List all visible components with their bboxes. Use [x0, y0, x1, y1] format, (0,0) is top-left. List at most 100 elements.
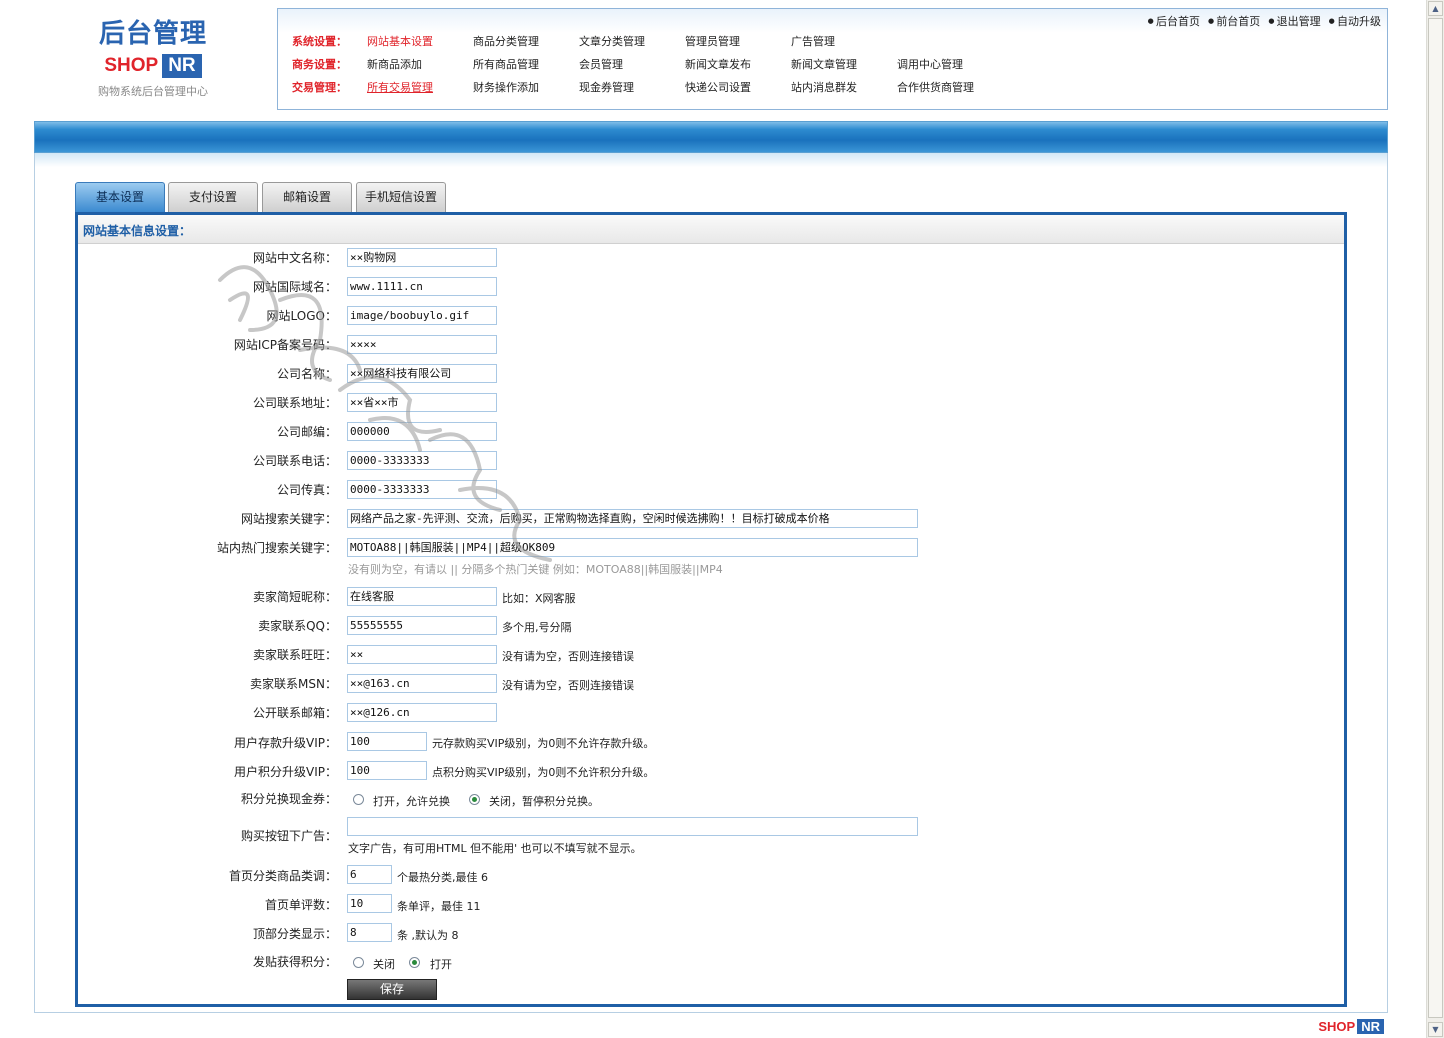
- logo-shop-text: SHOP: [104, 55, 159, 76]
- logo-brand: SHOP NR: [78, 53, 228, 78]
- settings-panel: 网站基本信息设置：: [75, 212, 1347, 1007]
- tab-sms-settings[interactable]: 手机短信设置: [356, 182, 446, 212]
- nav-row-system: 系统设置： 网站基本设置 商品分类管理 文章分类管理 管理员管理 广告管理: [292, 33, 1372, 51]
- seller-qq-input[interactable]: 55555555: [347, 616, 497, 635]
- company-phone-input[interactable]: 0000-3333333: [347, 451, 497, 470]
- points-coupon-off-radio[interactable]: [469, 794, 480, 805]
- logo-title: 后台管理: [98, 19, 207, 49]
- nav-site-basic-settings[interactable]: 网站基本设置: [367, 33, 433, 49]
- site-icp-input[interactable]: ××××: [347, 335, 497, 354]
- post-points-off-label: 关闭: [373, 958, 395, 971]
- home-cat-goods-input[interactable]: 6: [347, 865, 392, 884]
- nav-label-trade: 交易管理：: [292, 81, 347, 94]
- label-seller-msn: 卖家联系MSN：: [250, 677, 337, 691]
- company-name-input[interactable]: ××网络科技有限公司: [347, 364, 497, 383]
- top-navigation: 后台首页前台首页退出管理自动升级 系统设置： 网站基本设置 商品分类管理 文章分…: [277, 8, 1388, 110]
- nav-call-center[interactable]: 调用中心管理: [897, 56, 963, 72]
- nav-coupon-manage[interactable]: 现金券管理: [579, 79, 634, 95]
- footer-logo: SHOP NR: [1318, 1019, 1384, 1034]
- label-home-cat-goods: 首页分类商品类调：: [228, 869, 337, 883]
- label-company-fax: 公司传真：: [276, 483, 337, 497]
- public-email-input[interactable]: ××@126.cn: [347, 703, 497, 722]
- label-vip-points: 用户积分升级VIP：: [234, 765, 337, 779]
- admin-logo: 后台管理 SHOP NR 购物系统后台管理中心: [78, 18, 228, 99]
- nav-label-business: 商务设置：: [292, 58, 347, 71]
- post-points-off-radio[interactable]: [353, 957, 364, 968]
- hot-keywords-hint: 没有则为空，有请以 || 分隔多个热门关键 例如：MOTOA88||韩国服装||…: [348, 563, 723, 576]
- nav-finance-add[interactable]: 财务操作添加: [473, 79, 539, 95]
- seller-nick-input[interactable]: 在线客服: [347, 587, 497, 606]
- nav-article-category[interactable]: 文章分类管理: [579, 33, 645, 49]
- label-site-icp: 网站ICP备案号码：: [233, 338, 337, 352]
- label-home-reviews: 首页单评数：: [264, 898, 337, 912]
- label-site-cn-name: 网站中文名称：: [252, 251, 337, 265]
- tab-payment-settings[interactable]: 支付设置: [168, 182, 258, 212]
- link-auto-upgrade[interactable]: 自动升级: [1329, 15, 1381, 28]
- post-points-on-radio[interactable]: [409, 957, 420, 968]
- scroll-down-arrow-icon[interactable]: ▼: [1428, 1022, 1443, 1037]
- site-cn-name-input[interactable]: ××购物网: [347, 248, 497, 267]
- header-banner: [34, 121, 1388, 153]
- points-coupon-on-radio[interactable]: [353, 794, 364, 805]
- nav-goods-category[interactable]: 商品分类管理: [473, 33, 539, 49]
- company-zip-input[interactable]: 000000: [347, 422, 497, 441]
- points-coupon-off-label: 关闭，暂停积分兑换。: [489, 795, 599, 808]
- nav-add-goods[interactable]: 新商品添加: [367, 56, 422, 72]
- nav-admin-manage[interactable]: 管理员管理: [685, 33, 740, 49]
- nav-ad-manage[interactable]: 广告管理: [791, 33, 835, 49]
- nav-row-trade: 交易管理： 所有交易管理 财务操作添加 现金券管理 快递公司设置 站内消息群发 …: [292, 79, 1372, 97]
- tab-basic-settings[interactable]: 基本设置: [75, 182, 165, 212]
- hot-keywords-input[interactable]: MOTOA88||韩国服装||MP4||超级OK809: [347, 538, 918, 557]
- nav-label-system: 系统设置：: [292, 35, 347, 48]
- nav-all-trades[interactable]: 所有交易管理: [367, 79, 433, 95]
- top-cat-show-hint: 条 ,默认为 8: [397, 929, 459, 942]
- nav-supplier-manage[interactable]: 合作供货商管理: [897, 79, 974, 95]
- nav-row-business: 商务设置： 新商品添加 所有商品管理 会员管理 新闻文章发布 新闻文章管理 调用…: [292, 56, 1372, 74]
- footer-nr-text: NR: [1357, 1019, 1384, 1034]
- label-site-domain: 网站国际域名：: [252, 280, 337, 294]
- company-address-input[interactable]: ××省××市: [347, 393, 497, 412]
- top-cat-show-input[interactable]: 8: [347, 923, 392, 942]
- vip-deposit-input[interactable]: 100: [347, 732, 427, 751]
- panel-header: 网站基本信息设置：: [78, 215, 1344, 244]
- top-links: 后台首页前台首页退出管理自动升级: [1140, 13, 1381, 29]
- search-keywords-input[interactable]: 网络产品之家-先评测、交流，后购买，正常购物选择直购，空闲时候选拂购！！目标打破…: [347, 509, 918, 528]
- tab-email-settings[interactable]: 邮箱设置: [262, 182, 352, 212]
- home-cat-goods-hint: 个最热分类,最佳 6: [397, 871, 488, 884]
- seller-wangwang-input[interactable]: ××: [347, 645, 497, 664]
- seller-nick-hint: 比如：X网客服: [502, 592, 576, 605]
- nav-express-settings[interactable]: 快递公司设置: [685, 79, 751, 95]
- nav-all-goods[interactable]: 所有商品管理: [473, 56, 539, 72]
- seller-wangwang-hint: 没有请为空，否则连接错误: [502, 650, 634, 663]
- vertical-scrollbar[interactable]: ▲ ▼: [1426, 0, 1444, 1038]
- label-top-cat-show: 顶部分类显示：: [252, 927, 337, 941]
- nav-site-message[interactable]: 站内消息群发: [791, 79, 857, 95]
- label-seller-nick: 卖家简短昵称：: [252, 590, 337, 604]
- nav-news-manage[interactable]: 新闻文章管理: [791, 56, 857, 72]
- buy-ad-input[interactable]: [347, 817, 918, 836]
- nav-news-publish[interactable]: 新闻文章发布: [685, 56, 751, 72]
- company-fax-input[interactable]: 0000-3333333: [347, 480, 497, 499]
- label-search-keywords: 网站搜索关键字：: [240, 512, 337, 526]
- logo-subtitle: 购物系统后台管理中心: [98, 85, 208, 98]
- save-button[interactable]: 保存: [347, 979, 437, 1000]
- label-seller-qq: 卖家联系QQ：: [258, 619, 337, 633]
- scroll-up-arrow-icon[interactable]: ▲: [1428, 1, 1443, 16]
- vip-points-input[interactable]: 100: [347, 761, 427, 780]
- label-company-phone: 公司联系电话：: [252, 454, 337, 468]
- scrollbar-thumb[interactable]: [1428, 18, 1443, 1018]
- vip-deposit-hint: 元存款购买VIP级别，为0则不允许存款升级。: [432, 737, 655, 750]
- nav-member-manage[interactable]: 会员管理: [579, 56, 623, 72]
- home-reviews-input[interactable]: 10: [347, 894, 392, 913]
- seller-msn-input[interactable]: ××@163.cn: [347, 674, 497, 693]
- label-company-name: 公司名称：: [276, 367, 337, 381]
- link-admin-home[interactable]: 后台首页: [1148, 15, 1200, 28]
- label-buy-ad: 购买按钮下广告：: [240, 829, 337, 843]
- site-logo-input[interactable]: image/boobuylo.gif: [347, 306, 497, 325]
- logo-nr-text: NR: [162, 54, 202, 78]
- link-front-home[interactable]: 前台首页: [1208, 15, 1260, 28]
- link-logout[interactable]: 退出管理: [1268, 15, 1320, 28]
- label-site-logo: 网站LOGO：: [266, 309, 337, 323]
- label-hot-keywords: 站内热门搜索关键字：: [216, 541, 337, 555]
- site-domain-input[interactable]: www.1111.cn: [347, 277, 497, 296]
